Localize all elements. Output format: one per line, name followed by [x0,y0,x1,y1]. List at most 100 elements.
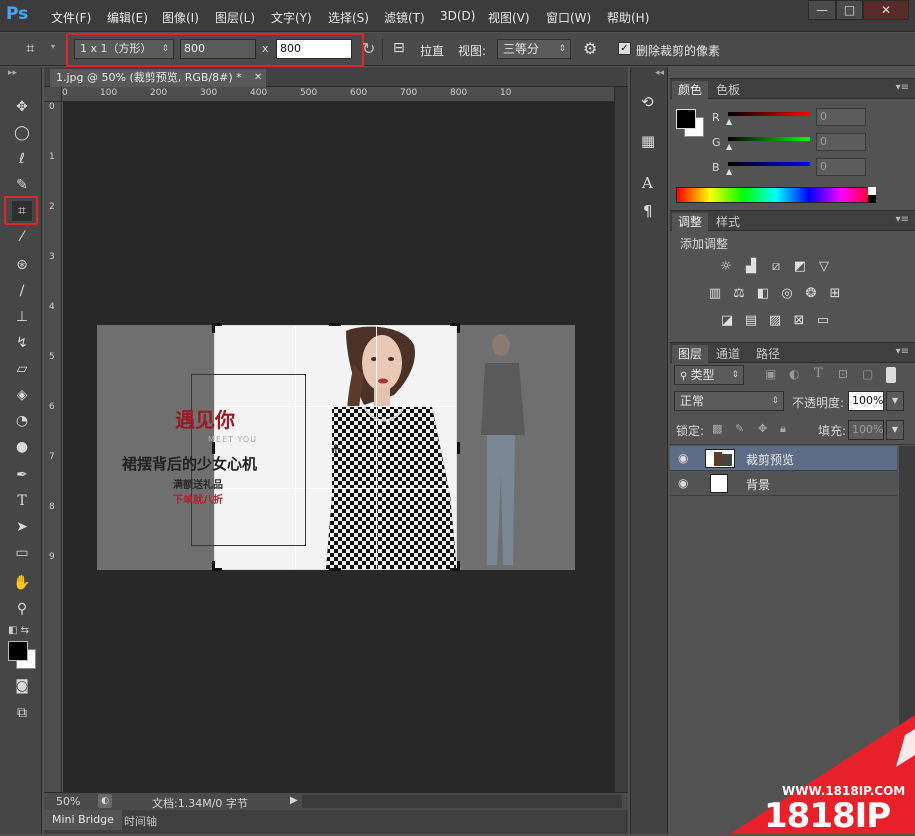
ruler-origin[interactable] [44,87,62,102]
threshold-icon[interactable]: ▨ [766,313,784,329]
menu-select[interactable]: 选择(S) [328,9,369,26]
close-tab-icon[interactable]: ✕ [254,69,262,87]
lock-image-icon[interactable]: ✎ [735,422,744,435]
crop-handle[interactable] [457,442,460,454]
crop-handle[interactable] [212,561,215,571]
blue-value-field[interactable]: 0 [816,158,866,176]
hue-saturation-icon[interactable]: ▥ [706,286,724,302]
posterize-icon[interactable]: ▤ [742,313,760,329]
paint-bucket-tool-icon[interactable]: ◈ [12,385,32,405]
filter-type-icon[interactable]: T [814,366,823,381]
invert-icon[interactable]: ◪ [718,313,736,329]
menu-filter[interactable]: 滤镜(T) [384,9,425,26]
zoom-level[interactable]: 50% [56,795,80,808]
color-balance-icon[interactable]: ⚖ [730,286,748,302]
crop-handle[interactable] [457,561,460,571]
dodge-tool-icon[interactable]: ● [12,437,32,457]
history-panel-icon[interactable]: ⟲ [641,93,654,111]
straighten-icon[interactable]: ⊟ [393,40,405,56]
tab-paths[interactable]: 路径 [750,345,786,363]
eyedropper-tool-icon[interactable]: ⁄ [12,227,32,247]
delete-pixels-checkbox[interactable]: ✓ [618,42,631,55]
panel-menu-icon[interactable]: ▾≡ [896,82,909,93]
properties-panel-icon[interactable]: ▦ [641,132,655,150]
canvas-area[interactable]: 遇见你 MEET YOU 裙摆背后的少女心机 满额送礼品 下单就八折 ✛ [63,102,614,792]
menu-layer[interactable]: 图层(L) [215,9,255,26]
zoom-tool-icon[interactable]: ⚲ [12,599,32,619]
menu-window[interactable]: 窗口(W) [546,9,591,26]
path-selection-tool-icon[interactable]: ➤ [12,517,32,537]
foreground-color-swatch[interactable] [676,109,696,129]
minimize-button[interactable]: — [808,0,836,20]
collapse-icon[interactable]: ▸▸ [8,68,17,78]
marquee-tool-icon[interactable]: ◯ [12,123,32,143]
white-swatch[interactable] [868,187,876,195]
quick-mask-icon[interactable]: ◙ [12,676,32,696]
character-panel-icon[interactable]: A [642,174,653,192]
menu-help[interactable]: 帮助(H) [607,9,649,26]
hand-tool-icon[interactable]: ✋ [12,573,32,593]
history-brush-tool-icon[interactable]: ↯ [12,333,32,353]
healing-brush-tool-icon[interactable]: ⊛ [12,255,32,275]
collapse-icon[interactable]: ◂◂ [655,68,664,78]
black-white-icon[interactable]: ◧ [754,286,772,302]
straighten-label[interactable]: 拉直 [420,42,444,59]
panel-menu-icon[interactable]: ▾≡ [896,214,909,225]
tab-swatches[interactable]: 色板 [710,81,746,99]
layer-name[interactable]: 裁剪预览 [746,451,794,468]
eraser-tool-icon[interactable]: ▱ [12,359,32,379]
visibility-eye-icon[interactable]: ◉ [678,451,688,465]
close-window-button[interactable]: ✕ [863,0,909,20]
chevron-down-icon[interactable]: ▾ [51,42,55,51]
fill-field[interactable]: 100% [848,420,884,440]
rectangle-tool-icon[interactable]: ▭ [12,543,32,563]
filter-pixel-icon[interactable]: ▣ [765,367,776,381]
levels-icon[interactable]: ▟ [742,259,760,275]
foreground-color-swatch[interactable] [8,641,28,661]
selective-color-icon[interactable]: ⊠ [790,313,808,329]
crop-tool-preset-icon[interactable]: ⌗ [26,39,34,57]
menu-image[interactable]: 图像(I) [162,9,199,26]
status-menu-arrow-icon[interactable]: ▶ [290,795,298,806]
tab-color[interactable]: 颜色 [672,81,709,99]
lock-position-icon[interactable]: ✥ [758,422,767,435]
slider-thumb-icon[interactable]: ▲ [726,117,732,126]
maximize-button[interactable]: □ [836,0,863,20]
slider-thumb-icon[interactable]: ▲ [726,167,732,176]
color-lookup-icon[interactable]: ⊞ [826,286,844,302]
lock-all-icon[interactable]: 🔒︎ [780,422,786,436]
opacity-field[interactable]: 100% [848,391,884,411]
lock-transparency-icon[interactable]: ▩ [712,422,722,435]
overlay-view-select[interactable]: 三等分 ⇕ [497,39,571,59]
color-spectrum-ramp[interactable] [676,187,876,203]
paragraph-panel-icon[interactable]: ¶ [643,202,653,220]
filter-shape-icon[interactable]: ⊡ [838,367,848,381]
green-slider[interactable] [728,137,810,141]
filter-toggle[interactable] [886,367,896,383]
tab-adjustments[interactable]: 调整 [672,213,709,231]
horizontal-scrollbar[interactable] [302,795,622,808]
menu-view[interactable]: 视图(V) [488,9,530,26]
panel-menu-icon[interactable]: ▾≡ [896,346,909,357]
swap-icon[interactable]: ↻ [362,39,375,58]
blue-slider[interactable] [728,162,810,166]
type-tool-icon[interactable]: T [12,491,32,511]
crop-handle[interactable] [457,323,460,333]
layer-filter-select[interactable]: ⚲ 类型 ⇕ [674,365,744,385]
opacity-dropdown-icon[interactable]: ▼ [886,391,904,411]
red-value-field[interactable]: 0 [816,108,866,126]
pen-tool-icon[interactable]: ✒ [12,465,32,485]
filter-smart-object-icon[interactable]: ▢ [862,367,873,381]
menu-type[interactable]: 文字(Y) [271,9,312,26]
document-tab[interactable]: 1.jpg @ 50% (裁剪预览, RGB/8#) * ✕ [50,69,266,87]
move-tool-icon[interactable]: ✥ [12,97,32,117]
channel-mixer-icon[interactable]: ❂ [802,286,820,302]
layer-row-background[interactable]: ◉ 背景 [670,471,897,496]
clone-stamp-tool-icon[interactable]: ⊥ [12,307,32,327]
layer-row-crop-preview[interactable]: ◉ 裁剪预览 [670,446,897,471]
visibility-eye-icon[interactable]: ◉ [678,476,688,490]
crop-handle[interactable] [329,568,341,571]
lasso-tool-icon[interactable]: ℓ [12,149,32,169]
tab-mini-bridge[interactable]: Mini Bridge [44,810,122,830]
green-value-field[interactable]: 0 [816,133,866,151]
